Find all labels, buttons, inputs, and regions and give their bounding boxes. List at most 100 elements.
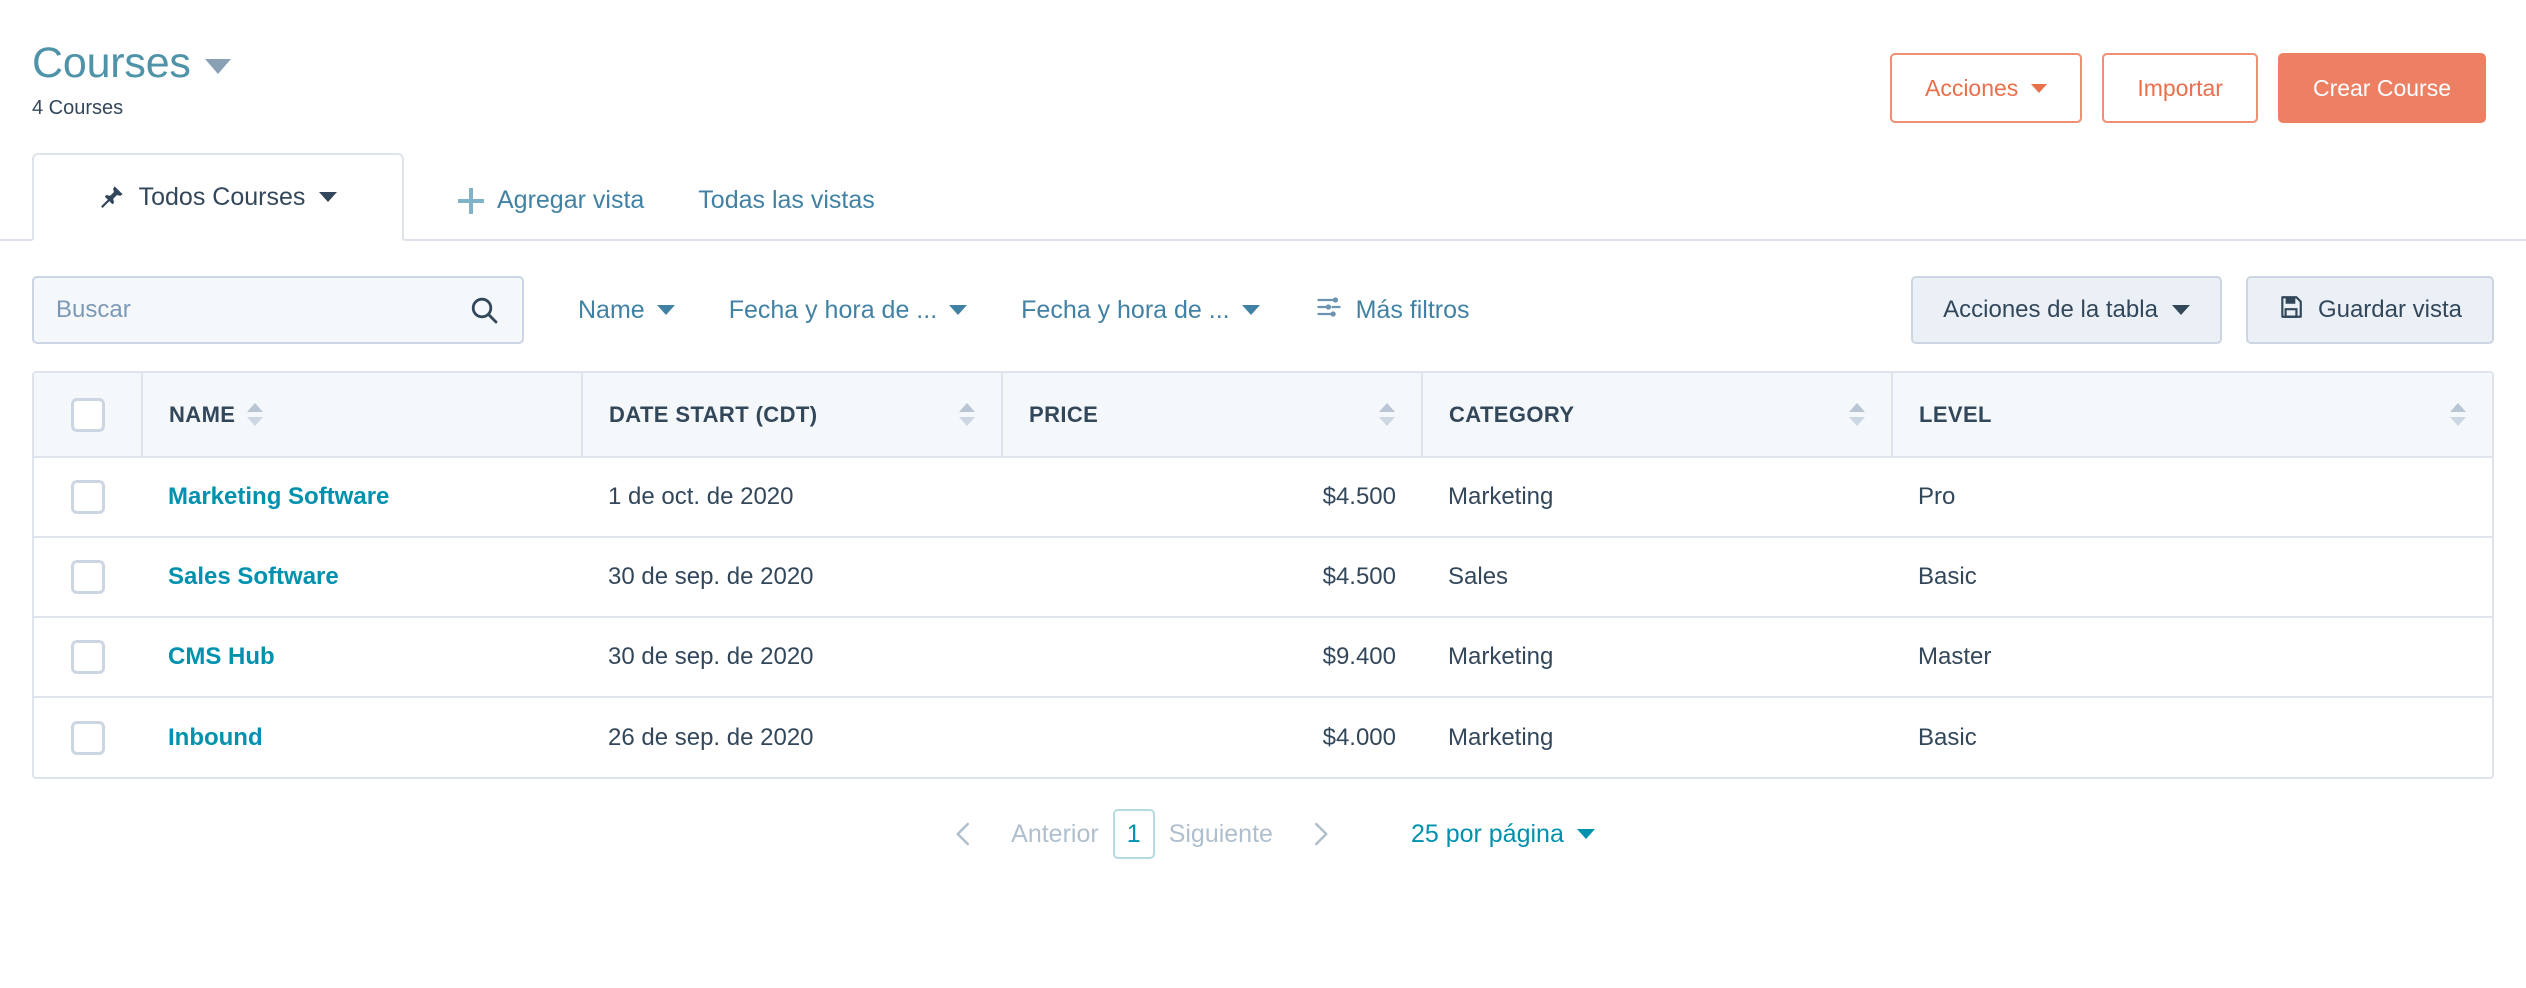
acciones-button[interactable]: Acciones	[1889, 53, 2083, 123]
todas-las-vistas-link[interactable]: Todas las vistas	[698, 186, 874, 241]
table-row: CMS Hub 30 de sep. de 2020 $9.400 Market…	[34, 617, 2492, 697]
column-header-category[interactable]: CATEGORY	[1422, 373, 1893, 458]
page-title-row[interactable]: Courses	[32, 38, 231, 88]
chevron-left-icon[interactable]	[931, 816, 997, 852]
importar-button[interactable]: Importar	[2102, 53, 2258, 123]
table-row: Marketing Software 1 de oct. de 2020 $4.…	[34, 457, 2492, 537]
chevron-right-icon[interactable]	[1287, 816, 1353, 852]
sort-arrows-date-start[interactable]	[959, 403, 975, 426]
table-row: Sales Software 30 de sep. de 2020 $4.500…	[34, 537, 2492, 617]
guardar-vista-button[interactable]: Guardar vista	[2245, 276, 2494, 344]
page-number-1[interactable]: 1	[1112, 809, 1155, 859]
todas-las-vistas-label: Todas las vistas	[698, 186, 875, 214]
row-select-cell	[34, 457, 142, 537]
sort-arrows-level[interactable]	[2450, 403, 2466, 426]
sort-arrows-category[interactable]	[1849, 403, 1865, 426]
row-checkbox[interactable]	[71, 720, 105, 755]
cell-date: 1 de oct. de 2020	[608, 483, 794, 510]
cell-category: Marketing	[1448, 723, 1554, 751]
chevron-down-icon	[1576, 829, 1595, 839]
table-body: Marketing Software 1 de oct. de 2020 $4.…	[34, 457, 2492, 777]
column-header-level-label: LEVEL	[1919, 401, 1992, 427]
crear-course-button[interactable]: Crear Course	[2277, 53, 2486, 123]
chevron-down-icon	[656, 305, 675, 315]
agregar-vista-link[interactable]: Agregar vista	[458, 186, 644, 241]
column-header-date-start[interactable]: DATE START (CDT)	[582, 373, 1003, 458]
page-title: Courses	[32, 39, 191, 87]
cell-price: $4.000	[1322, 723, 1396, 751]
agregar-vista-label: Agregar vista	[497, 186, 645, 214]
view-tabs-bar: Todos Courses Agregar vista Todas las vi…	[0, 148, 2526, 241]
column-header-name[interactable]: NAME	[142, 373, 583, 458]
cell-name: CMS Hub	[142, 617, 582, 697]
save-icon	[2278, 294, 2304, 327]
column-header-price[interactable]: PRICE	[1002, 373, 1423, 458]
tab-todos-courses[interactable]: Todos Courses	[32, 153, 404, 241]
column-header-price-label: PRICE	[1029, 401, 1099, 427]
courses-table-wrapper: NAME DATE START (CDT) PRICE CATEGORY LEV…	[32, 371, 2494, 779]
row-select-cell	[34, 617, 142, 697]
filter-fecha-1[interactable]: Fecha y hora de ...	[729, 296, 968, 325]
cell-name: Inbound	[142, 697, 582, 777]
cell-date: 30 de sep. de 2020	[608, 643, 814, 670]
acciones-de-la-tabla-label: Acciones de la tabla	[1943, 296, 2158, 323]
row-checkbox[interactable]	[71, 640, 105, 674]
cell-price: $4.500	[1322, 483, 1396, 510]
page-header: Courses 4 Courses Acciones Importar Crea…	[0, 0, 2526, 148]
title-block: Courses 4 Courses	[32, 30, 231, 120]
filter-fecha-2-label: Fecha y hora de ...	[1021, 295, 1230, 324]
cell-name: Sales Software	[142, 537, 582, 617]
search-box[interactable]	[32, 276, 524, 344]
per-page-label: 25 por página	[1410, 819, 1564, 848]
cell-category: Sales	[1448, 563, 1509, 590]
chevron-down-icon	[949, 305, 968, 315]
chevron-down-icon	[2031, 83, 2048, 93]
per-page-selector[interactable]: 25 por página	[1411, 820, 1595, 849]
cell-category: Marketing	[1448, 483, 1554, 510]
course-link[interactable]: Inbound	[168, 724, 263, 751]
sort-arrows-price[interactable]	[1379, 403, 1395, 426]
chevron-down-icon[interactable]	[204, 58, 231, 74]
chevron-down-icon	[1241, 305, 1260, 315]
cell-price: $9.400	[1322, 643, 1396, 670]
tab-todos-courses-label: Todos Courses	[138, 182, 306, 211]
search-input[interactable]	[56, 296, 468, 324]
acciones-button-label: Acciones	[1924, 74, 2019, 101]
pin-icon	[99, 184, 125, 210]
cell-name: Marketing Software	[142, 457, 582, 537]
header-actions: Acciones Importar Crear Course	[1889, 30, 2486, 123]
cell-level: Master	[1918, 643, 1992, 670]
cell-category: Marketing	[1448, 643, 1554, 670]
plus-icon	[458, 187, 484, 214]
record-count: 4 Courses	[32, 97, 124, 119]
mas-filtros-label: Más filtros	[1355, 295, 1470, 324]
row-checkbox[interactable]	[71, 560, 105, 594]
chevron-down-icon	[2171, 305, 2190, 315]
acciones-de-la-tabla-button[interactable]: Acciones de la tabla	[1911, 276, 2222, 344]
select-all-header	[34, 373, 143, 458]
course-link[interactable]: Sales Software	[168, 563, 339, 590]
prev-page-button[interactable]: Anterior	[997, 820, 1113, 849]
next-page-button[interactable]: Siguiente	[1155, 820, 1287, 849]
row-checkbox[interactable]	[71, 480, 105, 514]
search-icon[interactable]	[468, 294, 500, 326]
row-select-cell	[34, 537, 142, 617]
cell-level: Basic	[1918, 723, 1977, 751]
chevron-down-icon[interactable]	[319, 192, 338, 202]
filter-name[interactable]: Name	[578, 296, 675, 325]
pagination: Anterior 1 Siguiente 25 por página	[0, 779, 2526, 889]
sort-arrows-name[interactable]	[247, 403, 264, 426]
column-header-level[interactable]: LEVEL	[1892, 373, 2492, 458]
cell-level: Basic	[1918, 563, 1977, 590]
select-all-checkbox[interactable]	[70, 397, 105, 432]
filter-fecha-2[interactable]: Fecha y hora de ...	[1021, 295, 1260, 325]
course-link[interactable]: CMS Hub	[168, 643, 275, 670]
cell-date: 26 de sep. de 2020	[608, 723, 814, 751]
column-header-date-start-label: DATE START (CDT)	[609, 401, 818, 427]
table-head: NAME DATE START (CDT) PRICE CATEGORY LEV…	[34, 373, 2492, 458]
cell-level: Pro	[1918, 483, 1956, 510]
mas-filtros-link[interactable]: Más filtros	[1314, 293, 1470, 328]
course-link[interactable]: Marketing Software	[168, 483, 389, 510]
guardar-vista-label: Guardar vista	[2317, 296, 2462, 323]
row-select-cell	[34, 697, 142, 777]
